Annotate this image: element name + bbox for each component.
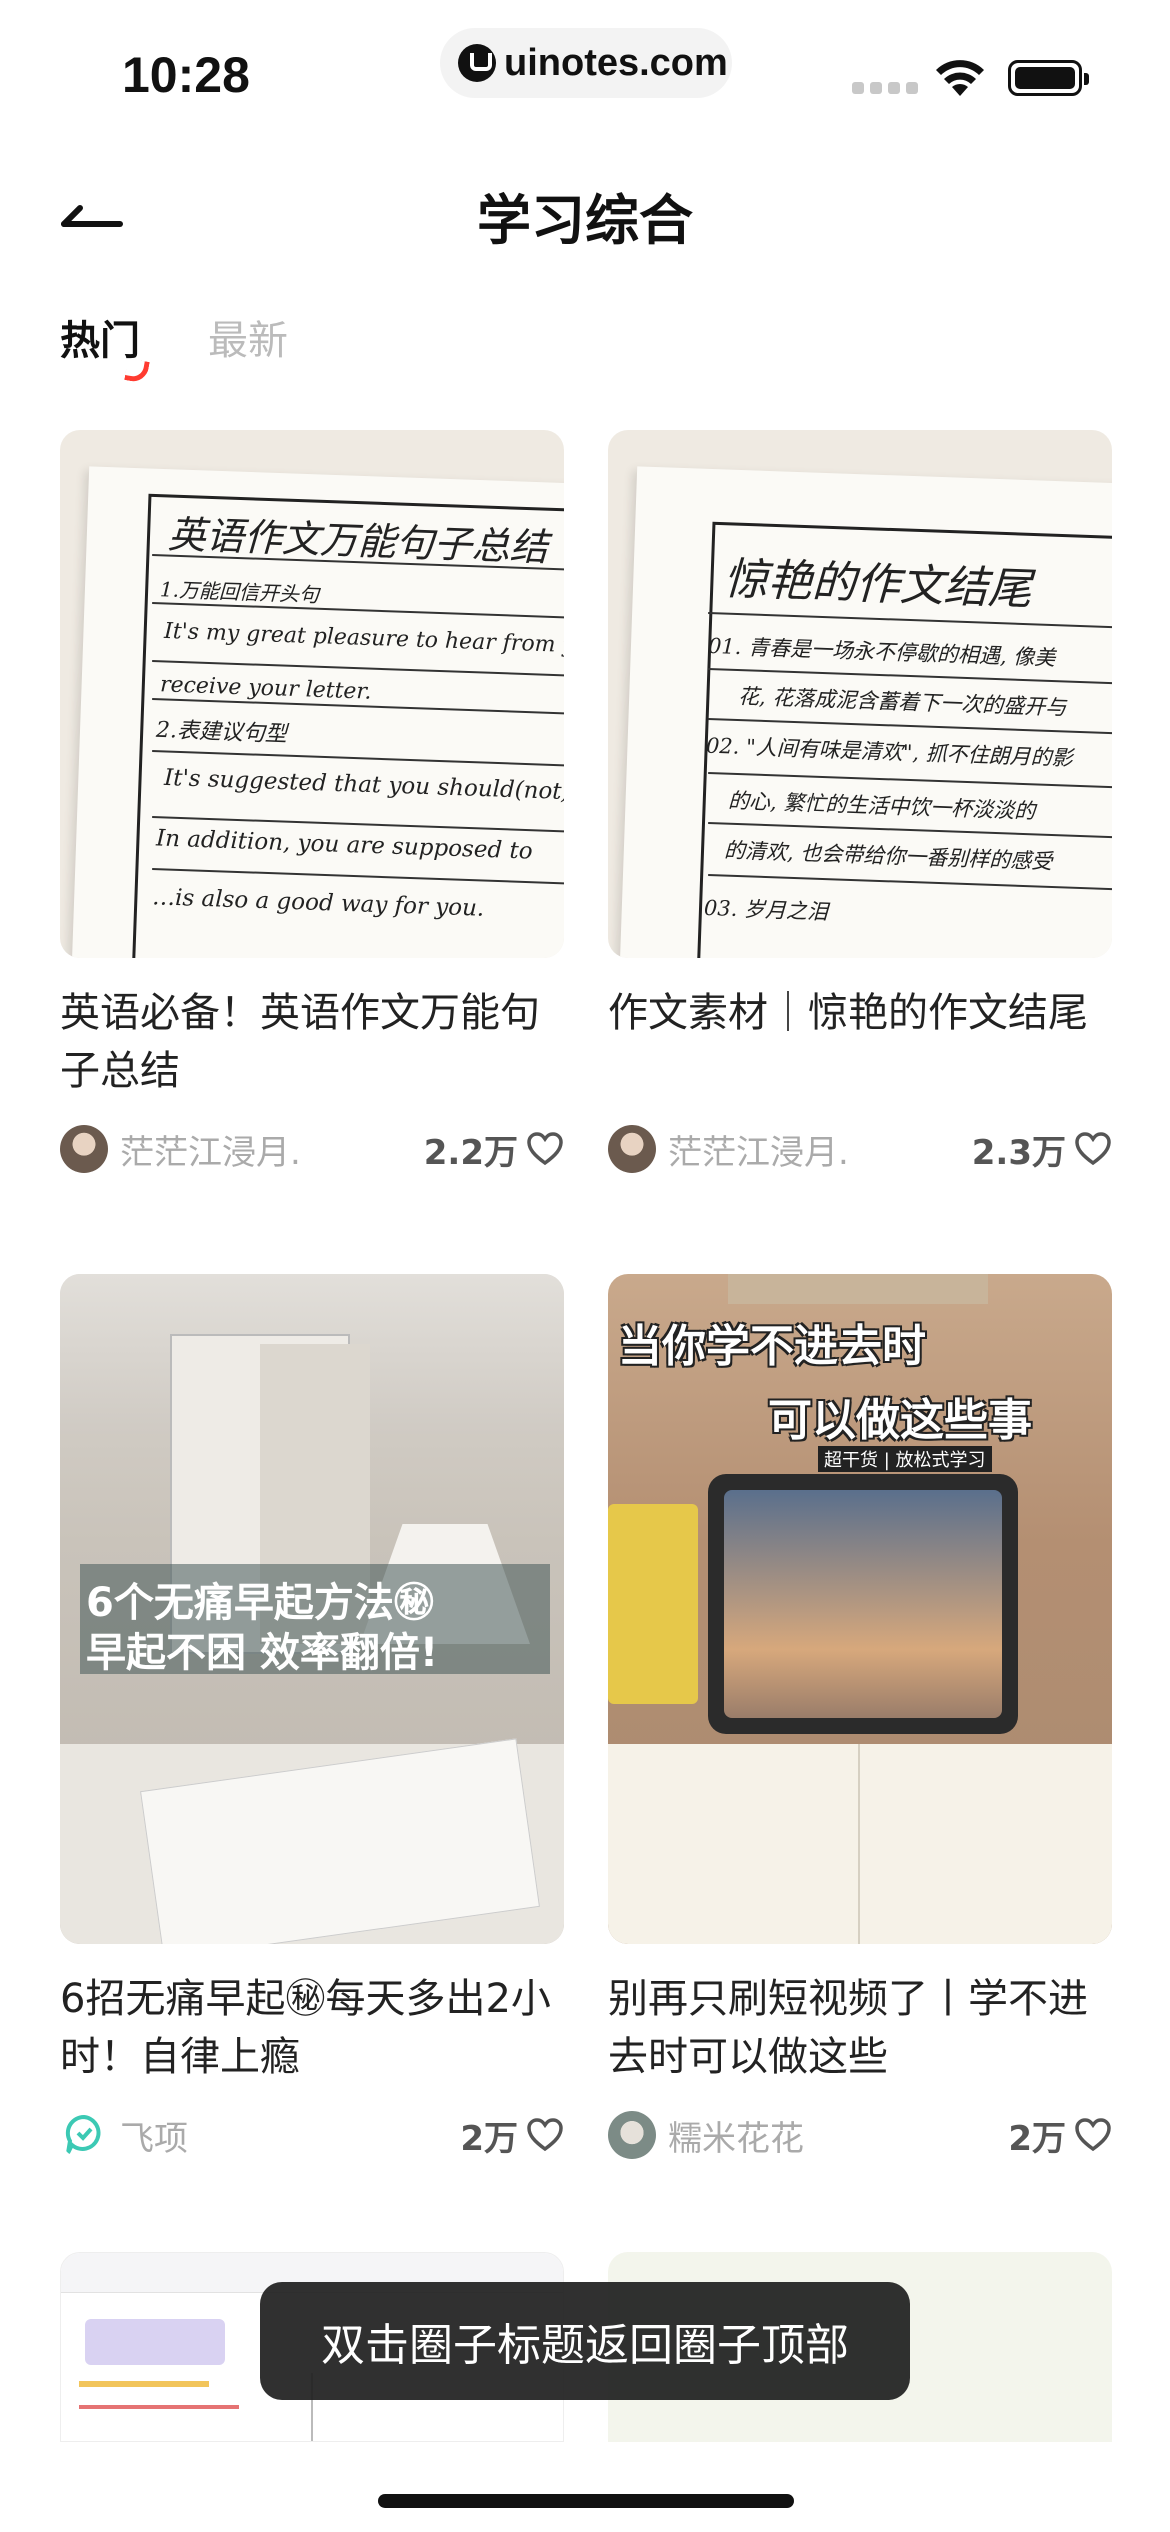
post-card[interactable]: 英语作文万能句子总结 1.万能回信开头句 It's my great pleas…: [60, 430, 564, 1176]
author-name[interactable]: 飞项: [120, 2111, 460, 2160]
author-name[interactable]: 茫茫江浸月.: [668, 1125, 972, 1174]
post-meta: 茫茫江浸月. 2.2万: [60, 1122, 564, 1176]
image-overlay-subtext: 超干货 | 放松式学习: [818, 1446, 992, 1472]
heart-icon[interactable]: [526, 2117, 564, 2153]
tab-hot-label: 热门: [60, 318, 140, 364]
home-indicator[interactable]: [378, 2494, 794, 2508]
post-title[interactable]: 作文素材｜惊艳的作文结尾: [608, 984, 1112, 1100]
image-overlay-text: 早起不困 效率翻倍!: [86, 1630, 439, 1676]
post-card[interactable]: 6个无痛早起方法㊙ 早起不困 效率翻倍! 6招无痛早起㊙每天多出2小时！自律上瘾…: [60, 1274, 564, 2162]
header: 学习综合: [0, 150, 1170, 260]
post-card[interactable]: 当你学不进去时 可以做这些事 超干货 | 放松式学习 别再只刷短视频了丨学不进去…: [608, 1274, 1112, 2162]
avatar[interactable]: [608, 1125, 656, 1173]
toast-message: 双击圈子标题返回圈子顶部: [260, 2282, 910, 2400]
post-title[interactable]: 6招无痛早起㊙每天多出2小时！自律上瘾: [60, 1970, 564, 2086]
author-name[interactable]: 茫茫江浸月.: [120, 1125, 424, 1174]
post-title[interactable]: 别再只刷短视频了丨学不进去时可以做这些: [608, 1970, 1112, 2086]
battery-icon: [1008, 60, 1089, 96]
tab-latest-label: 最新: [208, 318, 288, 364]
like-count: 2.3万: [971, 1132, 1066, 1173]
heart-icon[interactable]: [1074, 1131, 1112, 1167]
url-bar[interactable]: uinotes.com: [440, 28, 732, 98]
status-bar: 10:28 uinotes.com: [0, 0, 1170, 140]
post-meta: 飞项 2万: [60, 2108, 564, 2162]
avatar[interactable]: [608, 2111, 656, 2159]
image-heading: 惊艳的作文结尾: [723, 553, 1033, 616]
post-meta: 茫茫江浸月. 2.3万: [608, 1122, 1112, 1176]
status-time: 10:28: [122, 47, 250, 103]
tab-latest[interactable]: 最新: [208, 308, 288, 388]
like-count: 2万: [460, 2118, 518, 2159]
heart-icon[interactable]: [1074, 2117, 1112, 2153]
heart-icon[interactable]: [526, 1131, 564, 1167]
like-count: 2万: [1008, 2118, 1066, 2159]
author-name[interactable]: 糯米花花: [668, 2111, 1008, 2160]
like-count: 2.2万: [423, 1132, 518, 1173]
image-overlay-text: 当你学不进去时: [618, 1321, 926, 1372]
site-logo-icon: [458, 44, 496, 82]
post-card[interactable]: 惊艳的作文结尾 01. 青春是一场永不停歇的相遇, 像美 花, 花落成泥含蓄着下…: [608, 430, 1112, 1176]
wifi-icon: [936, 60, 984, 96]
tab-bar: 热门 最新: [60, 308, 288, 388]
avatar[interactable]: [60, 2111, 108, 2159]
post-image[interactable]: 6个无痛早起方法㊙ 早起不困 效率翻倍!: [60, 1274, 564, 1944]
tab-hot[interactable]: 热门: [60, 308, 150, 388]
post-image[interactable]: 英语作文万能句子总结 1.万能回信开头句 It's my great pleas…: [60, 430, 564, 958]
post-image[interactable]: 惊艳的作文结尾 01. 青春是一场永不停歇的相遇, 像美 花, 花落成泥含蓄着下…: [608, 430, 1112, 958]
image-overlay-text: 可以做这些事: [768, 1395, 1032, 1446]
page-title: 学习综合: [477, 189, 693, 252]
url-text: uinotes.com: [504, 41, 728, 84]
avatar[interactable]: [60, 1125, 108, 1173]
signal-icon: [852, 82, 918, 94]
post-meta: 糯米花花 2万: [608, 2108, 1112, 2162]
active-tab-indicator: [124, 358, 150, 384]
post-image[interactable]: 当你学不进去时 可以做这些事 超干货 | 放松式学习: [608, 1274, 1112, 1944]
post-title[interactable]: 英语必备！英语作文万能句子总结: [60, 984, 564, 1100]
